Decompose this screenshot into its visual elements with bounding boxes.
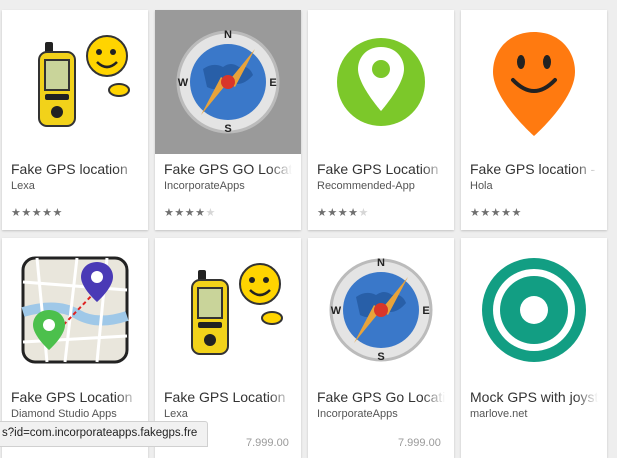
star-icon: ★	[358, 207, 369, 219]
app-card[interactable]: N S W E Fake GPS GO Location Incorporate…	[155, 10, 301, 230]
svg-text:N: N	[224, 29, 232, 41]
map-pins-icon	[2, 238, 148, 382]
app-price: 7.999.00	[246, 437, 289, 449]
svg-text:W: W	[178, 77, 189, 89]
star-icon: ★	[21, 207, 32, 219]
compass-icon: N S W E	[155, 10, 301, 154]
star-icon: ★	[164, 207, 175, 219]
app-title[interactable]: Fake GPS Location	[317, 160, 445, 178]
star-icon: ★	[195, 207, 206, 219]
gps-device-smiley-icon	[2, 10, 148, 154]
star-icon: ★	[184, 207, 196, 219]
app-developer[interactable]: IncorporateApps	[164, 179, 292, 193]
app-title[interactable]: Fake GPS Go Location	[317, 388, 445, 406]
star-icon: ★	[42, 207, 53, 219]
app-title[interactable]: Fake GPS GO Location	[164, 160, 292, 178]
star-icon: ★	[205, 207, 216, 219]
svg-text:W: W	[331, 305, 342, 317]
app-developer[interactable]: Diamond Studio Apps	[11, 407, 139, 421]
star-icon: ★	[317, 207, 328, 219]
target-ring-icon	[461, 238, 607, 382]
app-price: 7.999.00	[398, 437, 441, 449]
app-title[interactable]: Fake GPS location -	[470, 160, 598, 178]
star-rating: ★★★★★	[470, 207, 522, 219]
star-icon: ★	[31, 207, 43, 219]
star-icon: ★	[480, 207, 491, 219]
app-card[interactable]: Mock GPS with joystick marlove.net	[461, 238, 607, 458]
svg-text:E: E	[269, 77, 276, 89]
svg-text:S: S	[377, 351, 384, 363]
svg-text:N: N	[377, 257, 385, 269]
star-rating: ★★★★★	[11, 207, 63, 219]
compass-icon: N S W E	[308, 238, 454, 382]
app-title[interactable]: Fake GPS Location	[164, 388, 292, 406]
star-rating: ★★★★★	[317, 207, 369, 219]
star-icon: ★	[470, 207, 481, 219]
app-developer[interactable]: Lexa	[164, 407, 292, 421]
star-icon: ★	[327, 207, 338, 219]
app-developer[interactable]: Hola	[470, 179, 598, 193]
app-title[interactable]: Fake GPS Location	[11, 388, 139, 406]
gps-device-smiley-icon	[155, 238, 301, 382]
app-grid: Fake GPS location Lexa ★★★★★ N S W E Fak…	[0, 0, 617, 458]
svg-text:E: E	[422, 305, 429, 317]
app-developer[interactable]: Recommended-App	[317, 179, 445, 193]
app-card[interactable]: Fake GPS location - Hola ★★★★★	[461, 10, 607, 230]
star-icon: ★	[337, 207, 349, 219]
star-icon: ★	[348, 207, 359, 219]
app-developer[interactable]: Lexa	[11, 179, 139, 193]
app-developer[interactable]: IncorporateApps	[317, 407, 445, 421]
app-card[interactable]: N S W E Fake GPS Go Location Incorporate…	[308, 238, 454, 458]
star-icon: ★	[52, 207, 63, 219]
star-icon: ★	[501, 207, 512, 219]
star-icon: ★	[511, 207, 522, 219]
star-icon: ★	[11, 207, 22, 219]
app-card[interactable]: Fake GPS location Lexa ★★★★★	[2, 10, 148, 230]
star-icon: ★	[490, 207, 502, 219]
app-card[interactable]: Fake GPS Location Recommended-App ★★★★★	[308, 10, 454, 230]
star-icon: ★	[174, 207, 185, 219]
app-title[interactable]: Fake GPS location	[11, 160, 139, 178]
smiley-pin-icon	[461, 10, 607, 154]
svg-text:S: S	[224, 123, 231, 135]
location-pin-icon	[308, 10, 454, 154]
app-developer[interactable]: marlove.net	[470, 407, 598, 421]
status-url-bar: s?id=com.incorporateapps.fakegps.fre	[0, 421, 209, 447]
star-rating: ★★★★★	[164, 207, 216, 219]
app-title[interactable]: Mock GPS with joystick	[470, 388, 598, 406]
